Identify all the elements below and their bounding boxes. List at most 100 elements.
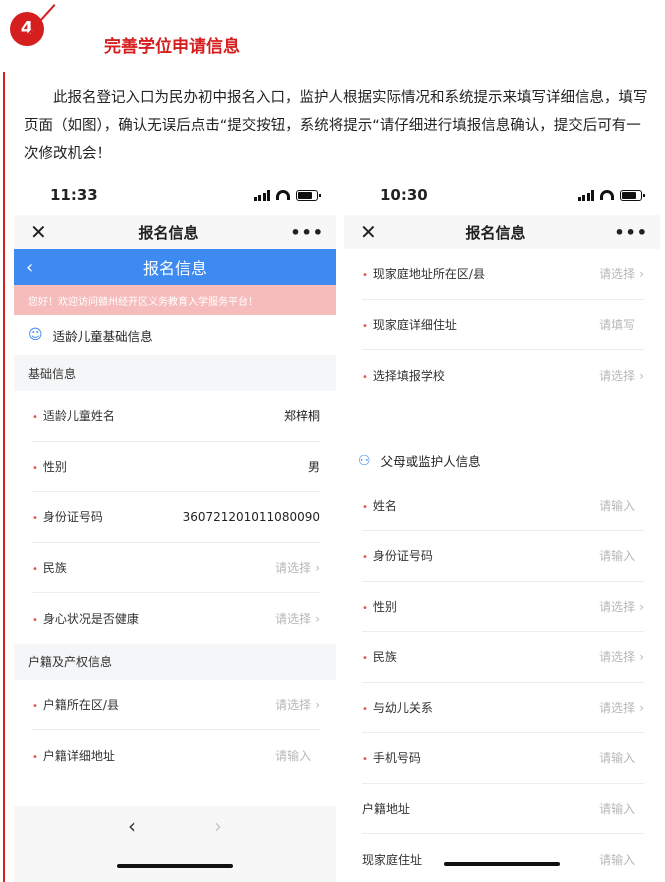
left-accent-line: [3, 72, 5, 882]
field-label: 民族: [362, 648, 397, 665]
chevron-right-icon: ›: [639, 700, 644, 715]
field-placeholder: 请选择: [599, 267, 636, 282]
left-phone-screenshot: 11:33 ✕ 报名信息 ••• ‹ 报名信息 您好！欢迎访问赣州经开区义务教育…: [14, 175, 336, 882]
form-row-household-address[interactable]: 户籍详细地址 请输入›: [32, 730, 320, 781]
signal-icon: [577, 189, 594, 201]
chevron-right-icon: ›: [639, 368, 644, 383]
form-row-id-number[interactable]: 身份证号码 360721201011080090: [32, 492, 320, 543]
section-header-label: 父母或监护人信息: [380, 454, 481, 469]
status-bar: 11:33: [14, 175, 336, 215]
field-placeholder: 请选择: [275, 611, 312, 626]
field-label: 性别: [32, 458, 67, 475]
chevron-right-icon: ›: [639, 599, 644, 614]
form-row-guardian-home[interactable]: 现家庭住址 请输入›: [362, 834, 644, 882]
form-row-home-address[interactable]: 现家庭详细住址 请填写›: [362, 300, 644, 350]
field-placeholder: 请输入: [599, 751, 636, 766]
field-label: 民族: [32, 559, 67, 576]
field-label: 户籍所在区/县: [32, 696, 119, 713]
field-label: 身份证号码: [32, 508, 103, 525]
field-placeholder: 请选择: [599, 599, 636, 614]
field-value: 男: [307, 459, 320, 474]
status-bar: 10:30: [344, 175, 660, 215]
intro-paragraph: 此报名登记入口为民办初中报名入口，监护人根据实际情况和系统提示来填写详细信息，填…: [24, 90, 648, 162]
people-icon: ⚇: [358, 452, 371, 469]
field-label: 身心状况是否健康: [32, 610, 139, 627]
field-placeholder: 请选择: [599, 650, 636, 665]
blue-header-bar: ‹ 报名信息: [14, 249, 336, 285]
form-row-relationship[interactable]: 与幼儿关系 请选择›: [362, 683, 644, 733]
chevron-right-icon: ›: [315, 697, 320, 712]
field-label: 姓名: [362, 497, 397, 514]
form-row-home-district[interactable]: 现家庭地址所在区/县 请选择›: [362, 249, 644, 300]
field-value: 郑梓桐: [283, 409, 320, 424]
home-indicator: [444, 862, 560, 866]
form-row-phone[interactable]: 手机号码 请输入›: [362, 733, 644, 784]
form-row-school[interactable]: 选择填报学校 请选择›: [362, 350, 644, 401]
field-placeholder: 请输入: [599, 852, 636, 867]
form-row-guardian-id[interactable]: 身份证号码 请输入›: [362, 531, 644, 582]
form-row-guardian-name[interactable]: 姓名 请输入›: [362, 481, 644, 531]
field-placeholder: 请输入: [275, 748, 312, 763]
chevron-right-icon: ›: [315, 611, 320, 626]
section-number-badge: 4: [10, 12, 44, 46]
status-time: 10:30: [380, 186, 428, 204]
form-row-gender[interactable]: 性别 男: [32, 442, 320, 492]
child-face-icon: ☺: [28, 327, 43, 343]
field-value: 360721201011080090: [182, 509, 320, 524]
section-title: 完善学位申请信息: [104, 37, 240, 57]
back-chevron-icon[interactable]: ‹: [26, 257, 33, 278]
battery-icon: [296, 189, 321, 201]
signal-icon: [253, 189, 270, 201]
field-label: 户籍地址: [362, 801, 411, 816]
status-time: 11:33: [50, 186, 98, 204]
nav-bar: ✕ 报名信息 •••: [344, 215, 660, 249]
chevron-right-icon: ›: [315, 560, 320, 575]
right-phone-screenshot: 10:30 ✕ 报名信息 ••• 现家庭地址所在区/县 请选择› 现家庭详细住址…: [344, 175, 660, 882]
field-placeholder: 请选择: [275, 697, 312, 712]
forward-arrow-icon[interactable]: ›: [214, 814, 222, 838]
form-row-guardian-household[interactable]: 户籍地址 请输入›: [362, 784, 644, 834]
close-icon[interactable]: ✕: [360, 220, 377, 244]
field-label: 选择填报学校: [362, 367, 445, 384]
browser-bottom-bar: ‹ ›: [14, 806, 336, 882]
welcome-notice: 您好！欢迎访问赣州经开区义务教育入学服务平台！: [14, 285, 336, 315]
group-header-household: 户籍及产权信息: [14, 643, 336, 680]
section-header-child: ☺ 适龄儿童基础信息: [14, 315, 336, 355]
section-header-label: 适龄儿童基础信息: [52, 328, 153, 344]
field-placeholder: 请选择: [599, 700, 636, 715]
chevron-right-icon: ›: [639, 267, 644, 282]
field-label: 性别: [362, 598, 397, 615]
battery-icon: [620, 189, 645, 201]
nav-title: 报名信息: [138, 223, 199, 242]
form-row-guardian-ethnicity[interactable]: 民族 请选择›: [362, 632, 644, 683]
wifi-icon: [600, 190, 614, 200]
field-label: 现家庭地址所在区/县: [362, 265, 485, 282]
field-label: 适龄儿童姓名: [32, 407, 115, 424]
form-row-household-district[interactable]: 户籍所在区/县 请选择›: [32, 680, 320, 730]
field-placeholder: 请输入: [599, 498, 636, 513]
form-row-health[interactable]: 身心状况是否健康 请选择›: [32, 593, 320, 644]
field-placeholder: 请选择: [275, 560, 312, 575]
form-row-child-name[interactable]: 适龄儿童姓名 郑梓桐: [32, 391, 320, 442]
wifi-icon: [276, 190, 290, 200]
field-label: 现家庭住址: [362, 852, 423, 867]
form-row-ethnicity[interactable]: 民族 请选择›: [32, 543, 320, 593]
chevron-right-icon: ›: [639, 650, 644, 665]
field-placeholder: 请填写: [599, 317, 636, 332]
nav-bar: ✕ 报名信息 •••: [14, 215, 336, 249]
field-label: 户籍详细地址: [32, 747, 115, 764]
close-icon[interactable]: ✕: [30, 220, 47, 244]
field-label: 身份证号码: [362, 547, 433, 564]
form-row-guardian-gender[interactable]: 性别 请选择›: [362, 582, 644, 632]
blue-header-title: 报名信息: [142, 259, 207, 278]
field-placeholder: 请输入: [599, 801, 636, 816]
section-header-guardian: ⚇ 父母或监护人信息: [344, 441, 660, 481]
more-dots-icon[interactable]: •••: [290, 223, 324, 242]
field-label: 手机号码: [362, 749, 421, 766]
back-arrow-icon[interactable]: ‹: [128, 814, 136, 838]
nav-title: 报名信息: [465, 223, 526, 242]
field-placeholder: 请选择: [599, 368, 636, 383]
field-placeholder: 请输入: [599, 549, 636, 564]
home-indicator: [117, 864, 233, 868]
more-dots-icon[interactable]: •••: [614, 223, 648, 242]
